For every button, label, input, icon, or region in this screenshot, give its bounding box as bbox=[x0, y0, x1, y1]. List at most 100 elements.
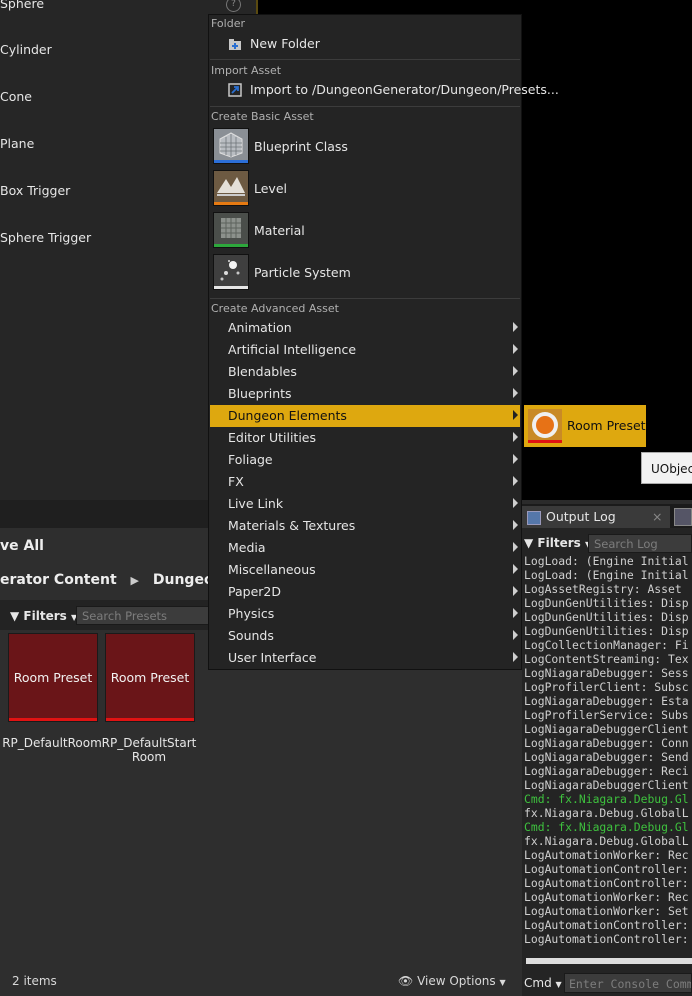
menu-item-label: Dungeon Elements bbox=[228, 408, 347, 423]
log-line: fx.Niagara.Debug.GlobalL bbox=[524, 834, 689, 848]
log-horizontal-scrollbar[interactable] bbox=[526, 958, 692, 964]
log-line: LogAutomationController: bbox=[524, 876, 689, 890]
place-item-cone[interactable]: Cone bbox=[0, 89, 32, 104]
submenu-arrow-icon bbox=[513, 322, 518, 332]
menu-item-blueprint-class[interactable]: Blueprint Class bbox=[210, 127, 520, 167]
import-icon bbox=[228, 83, 242, 97]
close-icon[interactable]: × bbox=[652, 506, 662, 528]
menu-item-label: Physics bbox=[228, 606, 275, 621]
place-item-sphere[interactable]: Sphere bbox=[0, 0, 44, 11]
menu-item-label: Material bbox=[254, 223, 305, 238]
tab-output-log[interactable]: Output Log × bbox=[522, 506, 670, 528]
log-line: LogNiagaraDebugger: Conn bbox=[524, 736, 689, 750]
menu-item-physics[interactable]: Physics bbox=[210, 603, 520, 625]
search-log-input[interactable]: Search Log bbox=[588, 534, 692, 553]
search-presets-input[interactable]: Search Presets bbox=[76, 606, 216, 625]
submenu-arrow-icon bbox=[513, 454, 518, 464]
asset-name[interactable]: RP_DefaultStart Room bbox=[99, 736, 199, 764]
menu-item-new-folder[interactable]: New Folder bbox=[210, 34, 520, 54]
log-line: LogNiagaraDebugger: Send bbox=[524, 750, 689, 764]
menu-item-foliage[interactable]: Foliage bbox=[210, 449, 520, 471]
menu-item-label: Blueprints bbox=[228, 386, 292, 401]
menu-item-miscellaneous[interactable]: Miscellaneous bbox=[210, 559, 520, 581]
filter-funnel-icon: ▼ bbox=[10, 609, 20, 623]
log-line: LogNiagaraDebuggerClient bbox=[524, 778, 689, 792]
submenu-arrow-icon bbox=[513, 652, 518, 662]
menu-item-label: Blueprint Class bbox=[254, 139, 348, 154]
asset-name[interactable]: RP_DefaultRoom bbox=[2, 736, 102, 750]
menu-item-artificial-intelligence[interactable]: Artificial Intelligence bbox=[210, 339, 520, 361]
menu-item-user-interface[interactable]: User Interface bbox=[210, 647, 520, 669]
material-icon bbox=[213, 212, 249, 248]
breadcrumb-generator-content[interactable]: erator Content bbox=[0, 572, 117, 588]
breadcrumb-separator-icon[interactable]: ▶ bbox=[131, 574, 139, 587]
menu-item-label: Blendables bbox=[228, 364, 297, 379]
menu-item-sounds[interactable]: Sounds bbox=[210, 625, 520, 647]
log-output[interactable]: LogLoad: (Engine Initial LogLoad: (Engine… bbox=[524, 554, 692, 954]
log-line: LogDunGenUtilities: Disp bbox=[524, 624, 689, 638]
menu-item-dungeon-elements[interactable]: Dungeon Elements bbox=[210, 405, 520, 427]
items-count: 2 items bbox=[12, 974, 57, 988]
menu-divider bbox=[210, 59, 520, 60]
log-line: LogLoad: (Engine Initial bbox=[524, 554, 689, 568]
log-line: LogLoad: (Engine Initial bbox=[524, 568, 689, 582]
menu-item-editor-utilities[interactable]: Editor Utilities bbox=[210, 427, 520, 449]
filter-funnel-icon: ▼ bbox=[524, 536, 534, 550]
save-all-button[interactable]: ve All bbox=[0, 538, 44, 554]
asset-tile-rp-defaultstartroom[interactable]: Room Preset bbox=[105, 633, 195, 722]
menu-item-import[interactable]: Import to /DungeonGenerator/Dungeon/Pres… bbox=[210, 80, 559, 100]
log-line: LogAutomationController: bbox=[524, 918, 689, 932]
place-item-box-trigger[interactable]: Box Trigger bbox=[0, 183, 70, 198]
place-item-sphere-trigger[interactable]: Sphere Trigger bbox=[0, 230, 91, 245]
asset-type-strip bbox=[106, 718, 194, 721]
menu-item-live-link[interactable]: Live Link bbox=[210, 493, 520, 515]
menu-item-label: Animation bbox=[228, 320, 292, 335]
cmd-label: Cmd bbox=[524, 976, 552, 990]
place-item-plane[interactable]: Plane bbox=[0, 136, 34, 151]
menu-item-label: Editor Utilities bbox=[228, 430, 317, 445]
submenu-item-room-preset[interactable]: Room Preset bbox=[524, 405, 646, 447]
asset-tile-rp-defaultroom[interactable]: Room Preset bbox=[8, 633, 98, 722]
blueprint-class-icon bbox=[213, 128, 249, 164]
menu-item-level[interactable]: Level bbox=[210, 169, 520, 209]
place-item-cylinder[interactable]: Cylinder bbox=[0, 42, 52, 57]
menu-item-material[interactable]: Material bbox=[210, 211, 520, 251]
menu-item-label: Level bbox=[254, 181, 287, 196]
submenu-arrow-icon bbox=[513, 542, 518, 552]
submenu-arrow-icon bbox=[513, 564, 518, 574]
menu-item-paper2d[interactable]: Paper2D bbox=[210, 581, 520, 603]
log-line: LogDunGenUtilities: Disp bbox=[524, 610, 689, 624]
help-icon[interactable]: ? bbox=[226, 0, 241, 12]
eye-icon: 👁 bbox=[398, 974, 414, 988]
cmd-dropdown[interactable]: Cmd ▼ bbox=[524, 976, 562, 990]
chevron-down-icon: ▼ bbox=[555, 980, 562, 989]
menu-item-blueprints[interactable]: Blueprints bbox=[210, 383, 520, 405]
menu-item-blendables[interactable]: Blendables bbox=[210, 361, 520, 383]
submenu-arrow-icon bbox=[513, 388, 518, 398]
menu-item-label: Foliage bbox=[228, 452, 273, 467]
submenu-arrow-icon bbox=[513, 520, 518, 530]
tab-settings-icon[interactable] bbox=[674, 508, 692, 526]
menu-item-materials-textures[interactable]: Materials & Textures bbox=[210, 515, 520, 537]
log-filters-button[interactable]: ▼ Filters ▼ bbox=[524, 536, 591, 550]
log-line: LogAssetRegistry: Asset bbox=[524, 582, 682, 596]
log-line: fx.Niagara.Debug.GlobalL bbox=[524, 806, 689, 820]
log-line: LogCollectionManager: Fi bbox=[524, 638, 689, 652]
particle-system-icon bbox=[213, 254, 249, 290]
log-line: LogNiagaraDebugger: Esta bbox=[524, 694, 689, 708]
menu-item-fx[interactable]: FX bbox=[210, 471, 520, 493]
log-line: Cmd: fx.Niagara.Debug.Gl bbox=[524, 820, 689, 834]
menu-item-animation[interactable]: Animation bbox=[210, 317, 520, 339]
asset-type-label: Room Preset bbox=[13, 670, 93, 685]
chevron-down-icon: ▼ bbox=[499, 978, 506, 987]
menu-item-media[interactable]: Media bbox=[210, 537, 520, 559]
filters-button[interactable]: ▼ Filters ▼ bbox=[10, 609, 77, 623]
view-options-button[interactable]: 👁 View Options ▼ bbox=[398, 974, 506, 988]
menu-item-label: Artificial Intelligence bbox=[228, 342, 357, 357]
section-header-folder: Folder bbox=[211, 17, 245, 30]
menu-divider bbox=[210, 106, 520, 107]
console-input[interactable]: Enter Console Comm bbox=[564, 973, 692, 993]
menu-item-particle-system[interactable]: Particle System bbox=[210, 253, 520, 293]
submenu-arrow-icon bbox=[513, 366, 518, 376]
filters-label: Filters bbox=[23, 609, 67, 623]
